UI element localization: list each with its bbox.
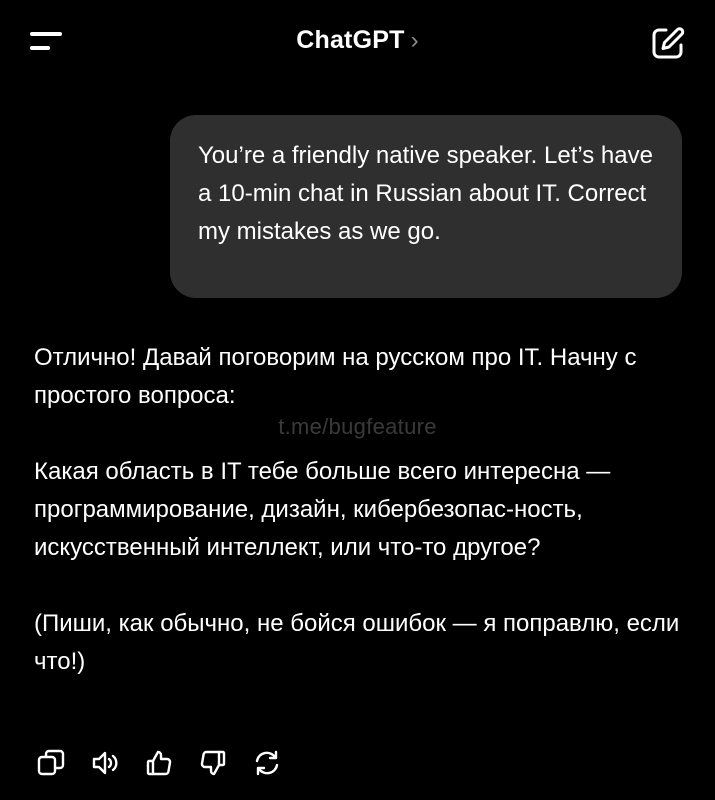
thumbs-up-icon[interactable]	[142, 746, 176, 780]
assistant-paragraph-3: (Пиши, как обычно, не бойся ошибок — я п…	[34, 610, 680, 675]
watermark: t.me/bugfeature	[278, 414, 437, 439]
new-chat-icon[interactable]	[649, 24, 687, 62]
page-title: ChatGPT	[296, 26, 405, 54]
message-actions	[34, 745, 284, 781]
thumbs-down-icon[interactable]	[196, 746, 230, 780]
user-message-bubble: You’re a friendly native speaker. Let’s …	[170, 115, 682, 298]
header: ChatGPT ›	[0, 0, 715, 90]
chat-screen: ChatGPT › You’re a friendly native speake…	[0, 0, 715, 800]
speaker-icon[interactable]	[88, 746, 122, 780]
regenerate-icon[interactable]	[250, 746, 284, 780]
user-message-text: You’re a friendly native speaker. Let’s …	[198, 142, 653, 245]
chevron-right-icon: ›	[410, 27, 419, 54]
copy-icon[interactable]	[34, 746, 68, 780]
assistant-paragraph-2: Какая область в IT тебе больше всего инт…	[34, 458, 611, 561]
model-selector[interactable]: ChatGPT ›	[0, 26, 715, 55]
assistant-paragraph-1: Отлично! Давай поговорим на русском про …	[34, 344, 637, 409]
assistant-message: Отлично! Давай поговорим на русском про …	[34, 339, 689, 681]
